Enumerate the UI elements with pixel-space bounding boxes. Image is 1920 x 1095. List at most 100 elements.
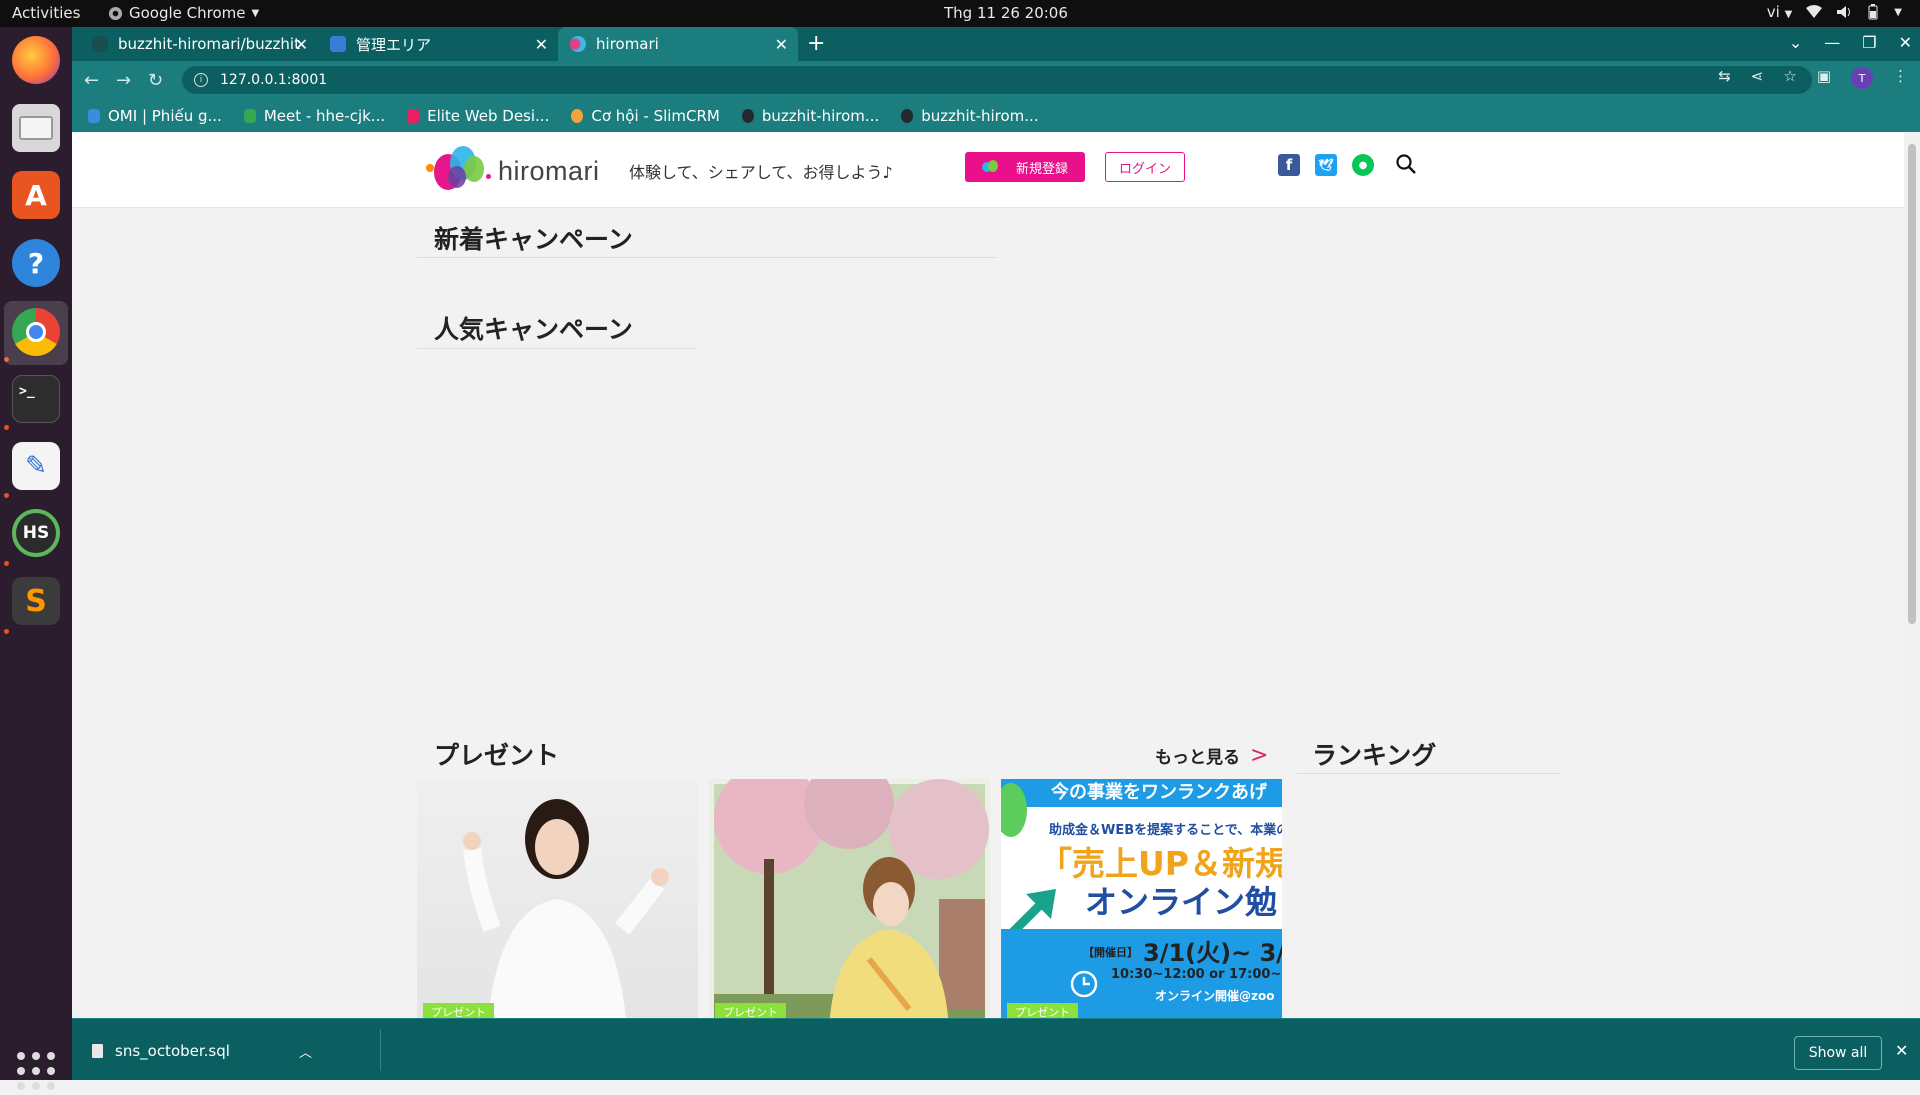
bookmark-label: buzzhit-hirom... [921,106,1039,125]
profile-avatar[interactable]: T [1851,67,1873,89]
seminar-banner: 今の事業をワンランクあげ 助成金＆WEBを提案することで、本業の 「売上UP＆新… [1001,779,1282,1018]
hiromari-favicon-icon [570,36,586,52]
running-indicator [4,425,9,430]
menu-kebab-icon[interactable]: ⋮ [1893,67,1908,89]
chrome-app-icon [108,6,123,20]
banner-date: 3/1(火)~ 3/31 [1143,939,1282,967]
section-title-new-campaigns: 新着キャンペーン [434,225,633,254]
download-filename: sns_october.sql [115,1042,230,1060]
bookmark-star-icon[interactable]: ☆ [1783,67,1796,89]
bookmark-favicon-icon [88,108,100,123]
bookmark-label: buzzhit-hirom... [761,106,880,125]
language-indicator[interactable]: vi ▼ [1767,3,1793,21]
twitter-icon[interactable]: 🕊 [1315,154,1337,176]
app-menu[interactable]: Google Chrome ▼ [108,4,259,22]
address-bar[interactable]: i 127.0.0.1:8001 [182,66,1812,94]
close-shelf-icon[interactable]: ✕ [1895,1041,1908,1060]
files-icon[interactable] [12,104,60,152]
bookmark-label: Cơ hội - SlimCRM [591,106,720,125]
system-tray[interactable]: vi ▼ ▼ [1767,3,1902,21]
hs-icon[interactable]: HS [12,509,60,557]
software-center-icon[interactable]: A [12,171,60,219]
github-favicon-icon [901,108,914,123]
page-scrollbar[interactable] [1904,132,1920,1018]
bookmark-item[interactable]: buzzhit-hirom... [901,106,1039,125]
facebook-icon[interactable]: f [1278,154,1300,176]
show-all-label: Show all [1808,1045,1868,1061]
share-icon[interactable]: ⋖ [1751,67,1764,89]
maximize-icon[interactable]: ❐ [1862,33,1876,52]
signup-button[interactable]: 新規登録 [965,152,1085,182]
firefox-icon[interactable] [12,36,60,84]
present-card[interactable]: プレゼント [709,779,990,1018]
browser-window: buzzhit-hiromari/buzzhit ✕ 管理エリア ✕ hirom… [72,27,1920,1080]
back-icon[interactable]: ← [84,70,99,91]
line-icon[interactable]: ● [1352,154,1374,176]
close-tab-icon[interactable]: ✕ [535,35,548,54]
minimize-icon[interactable]: — [1824,33,1840,52]
system-top-bar: Activities Google Chrome ▼ Thg 11 26 20:… [0,0,1920,27]
balloons-small-icon [981,160,1002,174]
text-editor-icon[interactable]: ✎ [12,442,60,490]
file-icon [92,1044,103,1058]
banner-online: オンライン勉 [1085,883,1278,921]
tab-github[interactable]: buzzhit-hiromari/buzzhit ✕ [80,27,318,61]
login-button[interactable]: ログイン [1105,152,1185,182]
banner-venue: オンライン開催@zoo [1155,989,1275,1003]
help-icon[interactable]: ? [12,239,60,287]
section-divider [1297,773,1560,774]
present-card[interactable]: 今の事業をワンランクあげ 助成金＆WEBを提案することで、本業の 「売上UP＆新… [1001,779,1282,1018]
close-tab-icon[interactable]: ✕ [775,35,788,54]
see-more-link[interactable]: もっと見る > [1155,743,1268,768]
present-card[interactable]: プレゼント [417,779,698,1018]
page-viewport[interactable]: hiromari 体験して、シェアして、お得しよう♪ 新規登録 ログイン f 🕊… [72,132,1904,1018]
running-indicator [4,561,9,566]
volume-icon [1837,6,1851,18]
section-title-present: プレゼント [434,741,560,770]
side-panel-icon[interactable]: ▣ [1817,67,1831,89]
tab-search-icon[interactable]: ⌄ [1789,33,1802,52]
search-icon[interactable] [1394,152,1418,176]
bookmark-label: OMI | Phiếu g... [108,106,222,125]
clock[interactable]: Thg 11 26 20:06 [944,4,1068,22]
site-logo[interactable]: hiromari [424,144,600,198]
battery-icon [1868,4,1878,20]
bookmark-item[interactable]: buzzhit-hirom... [741,106,880,125]
site-info-icon[interactable]: i [194,73,208,87]
chevron-up-icon[interactable]: ︿ [299,1042,312,1061]
section-divider [417,348,697,349]
scrollbar-thumb[interactable] [1908,144,1916,624]
chrome-icon[interactable] [12,308,60,356]
logo-text: hiromari [498,155,600,186]
power-menu-caret-icon: ▼ [1894,6,1902,18]
meet-favicon-icon [243,108,256,123]
balloons-logo-icon [424,144,496,198]
close-tab-icon[interactable]: ✕ [295,35,308,54]
reload-icon[interactable]: ↻ [148,70,163,91]
close-window-icon[interactable]: ✕ [1899,33,1912,52]
sublime-text-icon[interactable]: S [12,577,60,625]
bookmark-item[interactable]: Cơ hội - SlimCRM [571,107,720,125]
bookmark-item[interactable]: Elite Web Desi... [407,107,549,125]
woman-photo-image [463,799,669,1018]
show-all-button[interactable]: Show all [1794,1036,1882,1070]
url-text: 127.0.0.1:8001 [220,72,328,88]
category-tag: プレゼント [1007,1003,1078,1018]
bookmark-label: Meet - hhe-cjk... [263,106,386,125]
tab-hiromari[interactable]: hiromari ✕ [558,27,798,61]
bookmark-item[interactable]: Meet - hhe-cjk... [243,106,386,125]
bookmarks-bar: OMI | Phiếu g... Meet - hhe-cjk... Elite… [72,99,1920,132]
new-tab-button[interactable]: + [807,31,825,56]
forward-icon[interactable]: → [116,70,131,91]
download-item[interactable]: sns_october.sql ︿ [92,1036,312,1066]
banner-time: 10:30~12:00 or 17:00~18 [1111,967,1282,982]
terminal-icon[interactable]: >_ [12,375,60,423]
github-favicon-icon [741,108,754,123]
bookmark-item[interactable]: OMI | Phiếu g... [88,107,222,125]
translate-icon[interactable]: ⇆ [1718,67,1731,89]
activities-button[interactable]: Activities [12,4,80,22]
show-applications-icon[interactable] [12,1047,60,1095]
tab-admin[interactable]: 管理エリア ✕ [318,27,558,61]
language-label: vi [1766,3,1780,21]
site-header: hiromari 体験して、シェアして、お得しよう♪ 新規登録 ログイン f 🕊… [72,132,1904,208]
